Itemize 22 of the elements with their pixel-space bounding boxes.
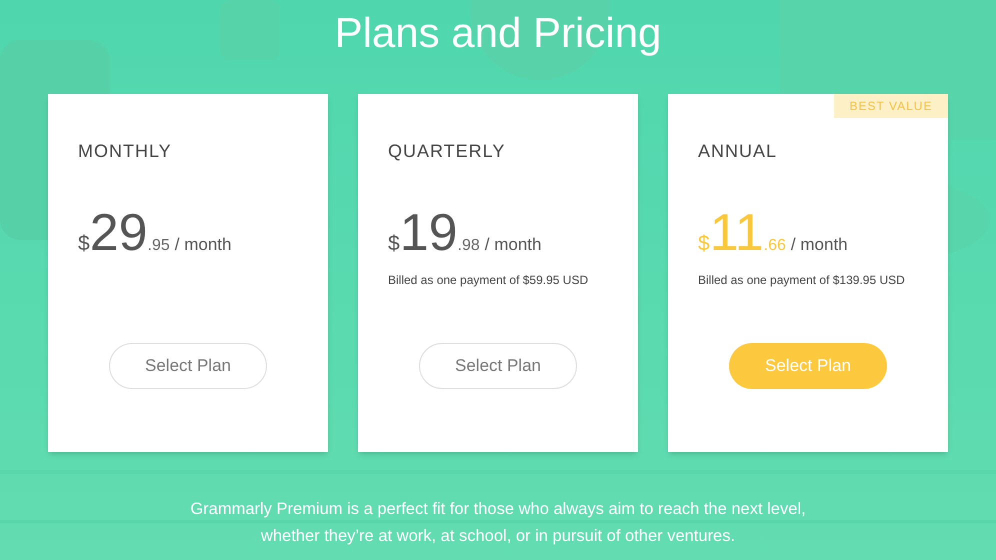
- select-plan-button[interactable]: Select Plan: [109, 343, 267, 389]
- price-amount: 11: [710, 207, 764, 259]
- best-value-badge: BEST VALUE: [834, 94, 948, 118]
- plan-name: MONTHLY: [78, 140, 173, 163]
- price-period: / month: [174, 234, 232, 256]
- price-period: / month: [790, 234, 848, 256]
- billing-note: Billed as one payment of $139.95 USD: [698, 272, 906, 287]
- price-cents: .66: [764, 236, 786, 256]
- page-title: Plans and Pricing: [334, 8, 662, 58]
- plan-name: QUARTERLY: [388, 140, 506, 163]
- price-cents: .98: [458, 236, 480, 256]
- price-amount: 29: [90, 207, 148, 259]
- billing-note: Billed as one payment of $59.95 USD: [388, 272, 590, 287]
- description-text: Grammarly Premium is a perfect fit for those who always aim to reach the next level, whether they’re at work, at school, or in pursuit of other ventures.: [189, 499, 807, 547]
- currency-symbol: $: [388, 231, 400, 257]
- select-plan-button[interactable]: Select Plan: [419, 343, 577, 389]
- currency-symbol: $: [78, 231, 90, 257]
- plan-name: ANNUAL: [698, 140, 778, 163]
- price-cents: .95: [148, 236, 170, 256]
- currency-symbol: $: [698, 231, 710, 257]
- price-period: / month: [484, 234, 542, 256]
- price-amount: 19: [400, 207, 458, 259]
